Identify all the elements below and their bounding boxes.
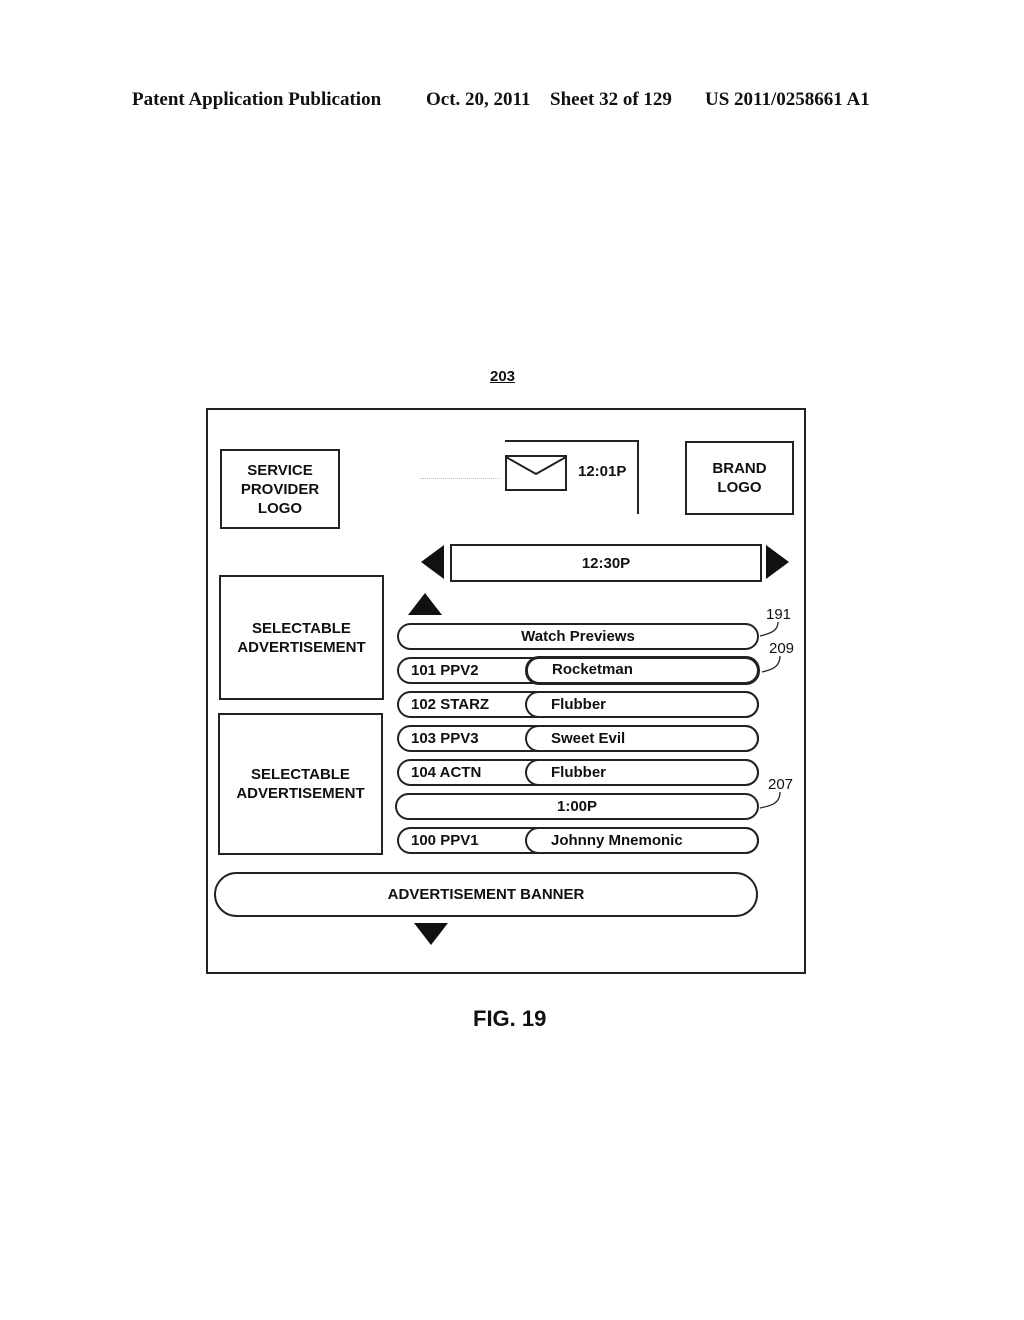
ad-line: SELECTABLE bbox=[252, 619, 351, 637]
selectable-advertisement-1[interactable]: SELECTABLE ADVERTISEMENT bbox=[219, 575, 384, 700]
program-cell[interactable]: Flubber bbox=[525, 691, 759, 718]
listing-row[interactable]: 102 STARZ Flubber bbox=[397, 691, 759, 718]
arrow-down-icon[interactable] bbox=[414, 923, 448, 945]
ad-line: SELECTABLE bbox=[251, 766, 350, 783]
channel-label: 101 PPV2 bbox=[411, 662, 479, 679]
logo-line: PROVIDER bbox=[240, 480, 320, 498]
arrow-right-icon[interactable] bbox=[766, 545, 789, 579]
figure-caption: FIG. 19 bbox=[473, 1006, 547, 1031]
ad-line: ADVERTISEMENT bbox=[237, 638, 366, 656]
arrow-left-icon[interactable] bbox=[421, 545, 444, 579]
listing-row[interactable]: 100 PPV1 Johnny Mnemonic bbox=[397, 827, 759, 854]
program-cell[interactable]: Johnny Mnemonic bbox=[525, 827, 759, 854]
channel-label: 100 PPV1 bbox=[411, 832, 479, 849]
channel-label: 103 PPV3 bbox=[411, 730, 479, 747]
listing-row[interactable]: 101 PPV2 Rocketman bbox=[397, 656, 760, 685]
program-cell-selected[interactable]: Rocketman bbox=[525, 656, 760, 685]
program-cell[interactable]: Flubber bbox=[525, 759, 759, 786]
listing-row[interactable]: 103 PPV3 Sweet Evil bbox=[397, 725, 759, 752]
logo-line: BRAND bbox=[712, 460, 767, 477]
channel-label: 102 STARZ bbox=[411, 696, 490, 713]
envelope-icon[interactable] bbox=[505, 455, 567, 491]
leader-line-207 bbox=[759, 791, 781, 809]
time-divider: 1:00P bbox=[395, 793, 759, 820]
advertisement-banner[interactable]: ADVERTISEMENT BANNER bbox=[214, 872, 758, 917]
clock-time: 12:01P bbox=[578, 463, 627, 480]
time-bar: 12:30P bbox=[450, 544, 762, 582]
arrow-up-icon[interactable] bbox=[408, 593, 442, 615]
leader-line-209 bbox=[761, 655, 781, 673]
patent-number: US 2011/0258661 A1 bbox=[705, 89, 870, 110]
ad-line: ADVERTISEMENT bbox=[236, 785, 365, 802]
figure-reference-203: 203 bbox=[490, 368, 516, 385]
listing-row[interactable]: 104 ACTN Flubber bbox=[397, 759, 759, 786]
selectable-advertisement-2[interactable]: SELECTABLE ADVERTISEMENT bbox=[218, 713, 383, 855]
service-provider-logo: SERVICE PROVIDER LOGO bbox=[220, 449, 340, 529]
publication-date: Oct. 20, 2011 bbox=[426, 89, 531, 110]
logo-line: SERVICE bbox=[247, 461, 313, 479]
dotted-separator bbox=[420, 478, 500, 481]
brand-logo: BRAND LOGO bbox=[685, 441, 794, 515]
logo-line: LOGO bbox=[257, 499, 303, 517]
watch-previews-button[interactable]: Watch Previews bbox=[397, 623, 759, 650]
program-cell[interactable]: Sweet Evil bbox=[525, 725, 759, 752]
channel-label: 104 ACTN bbox=[411, 764, 482, 781]
logo-line: LOGO bbox=[717, 479, 762, 496]
sheet-number: Sheet 32 of 129 bbox=[550, 89, 672, 110]
leader-line-191 bbox=[759, 621, 779, 637]
publication-label: Patent Application Publication bbox=[132, 89, 382, 110]
